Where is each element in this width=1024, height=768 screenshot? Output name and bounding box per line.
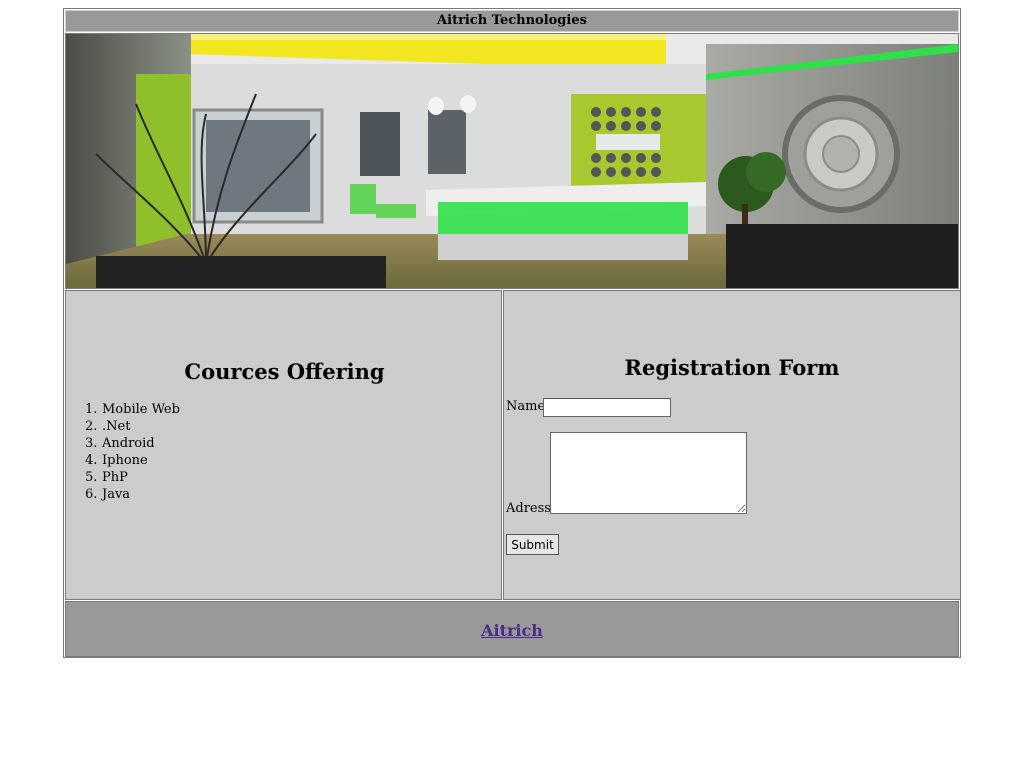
courses-list: 1. Mobile Web 2. .Net 3. Android 4. Iphone 5…: [85, 401, 180, 503]
list-item-label: Java: [102, 487, 131, 502]
banner-image: [65, 33, 959, 289]
courses-panel: Cources Offering 1. Mobile Web 2. .Net 3. A…: [65, 290, 502, 600]
office-reception-photo: [66, 34, 958, 288]
registration-heading: Registration Form: [624, 355, 840, 380]
courses-heading: Cources Offering: [184, 359, 385, 384]
list-item: 2. .Net: [85, 419, 131, 434]
site-title: Aitrich Technologies: [437, 13, 587, 28]
name-label: Name: [506, 399, 546, 414]
site-header: Aitrich Technologies: [65, 10, 959, 32]
list-item: 4. Iphone: [85, 453, 148, 468]
submit-button[interactable]: Submit: [506, 534, 559, 555]
list-item: 1. Mobile Web: [85, 402, 180, 417]
footer-link[interactable]: Aitrich: [481, 621, 543, 640]
list-item-label: Android: [102, 436, 155, 451]
list-item: 6. Java: [85, 487, 131, 502]
adress-textarea[interactable]: [550, 432, 747, 514]
registration-panel: Registration Form Name Adress Submit: [503, 290, 961, 600]
list-item: 5. PhP: [85, 470, 128, 485]
adress-label: Adress: [506, 501, 551, 516]
list-item-label: PhP: [102, 470, 128, 485]
site-footer: Aitrich: [65, 601, 959, 657]
list-item: 3. Android: [85, 436, 155, 451]
name-field[interactable]: [543, 398, 671, 417]
page-frame: Aitrich Technologies Cources Offering 1.…: [63, 8, 961, 658]
list-item-label: Mobile Web: [102, 402, 180, 417]
list-item-label: Iphone: [102, 453, 148, 468]
list-item-label: .Net: [102, 419, 131, 434]
